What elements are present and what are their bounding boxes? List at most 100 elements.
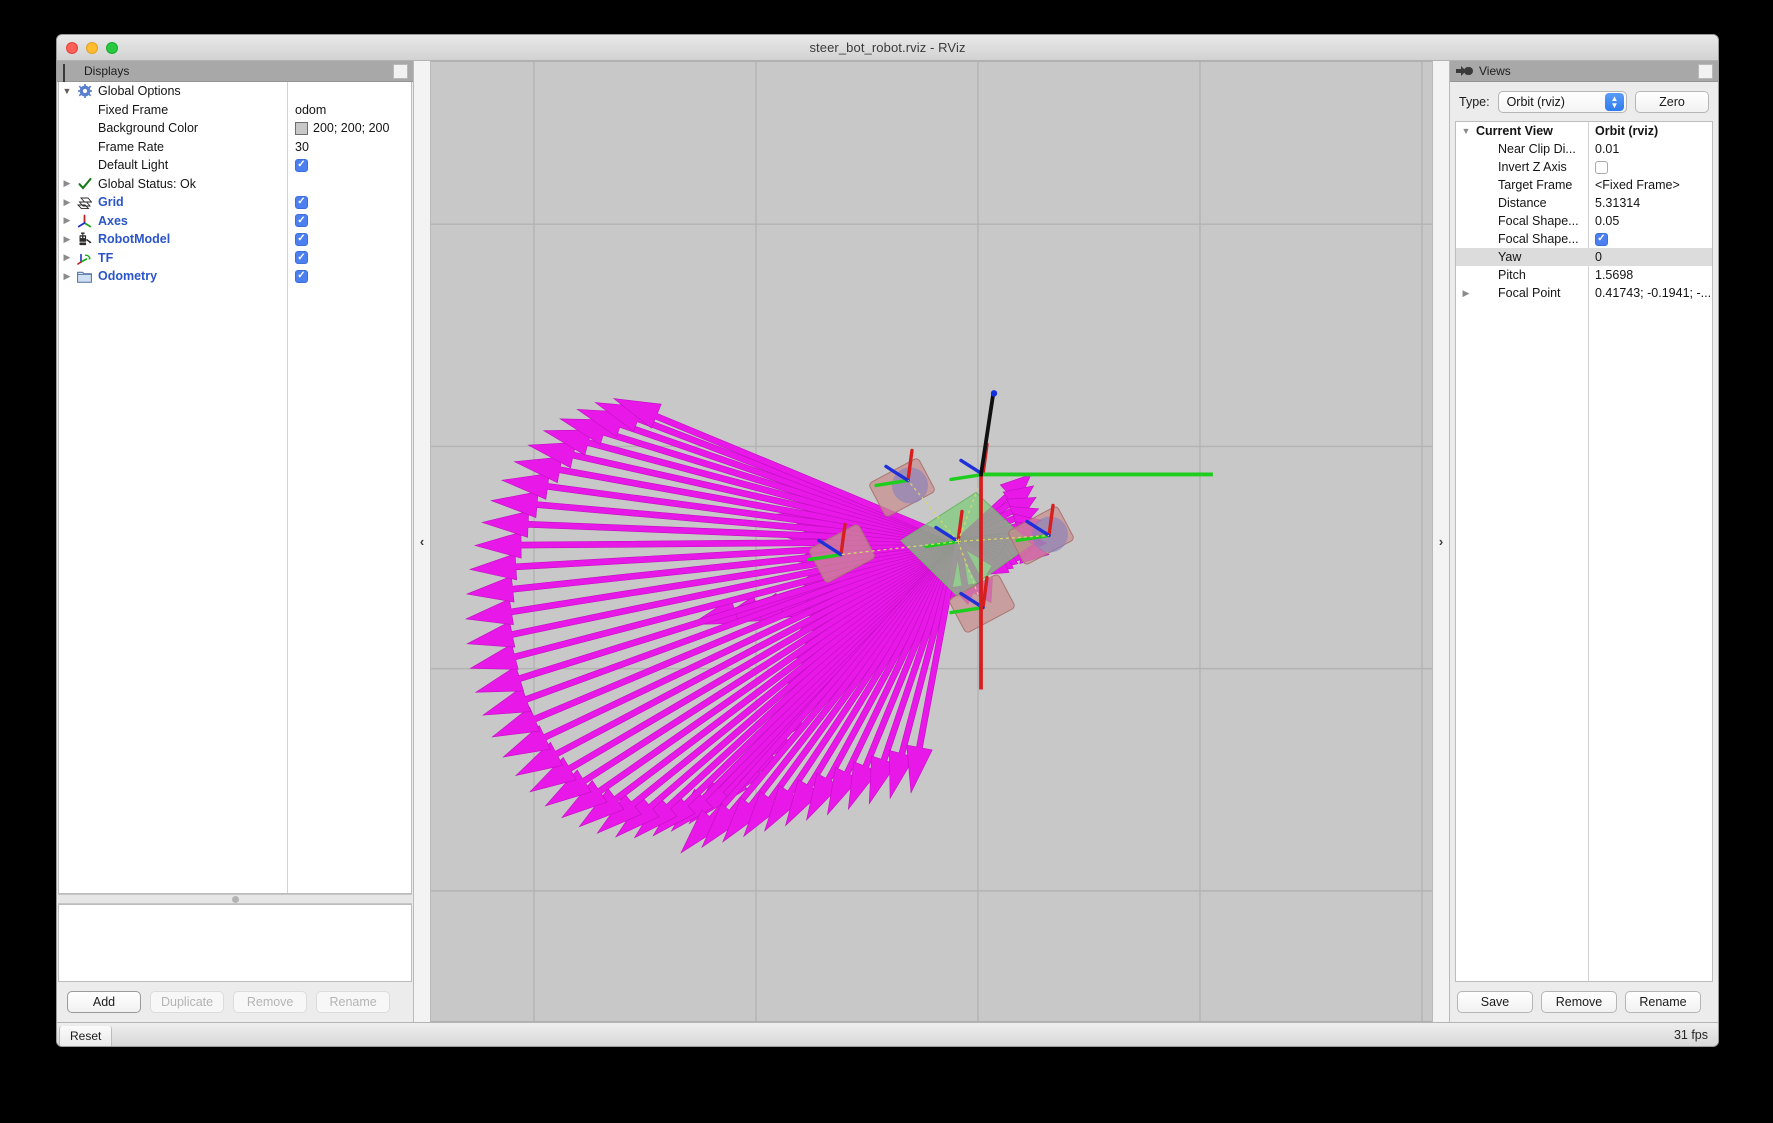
rename-view-button[interactable]: Rename: [1625, 991, 1701, 1013]
view-property-value[interactable]: 0.05: [1595, 212, 1619, 230]
property-checkbox[interactable]: [1595, 232, 1608, 246]
display-tree-row-robotmodel[interactable]: ▶ RobotModel: [59, 230, 411, 249]
view-property-row-focal-point[interactable]: ▶ Focal Point 0.41743; -0.1941; -...: [1456, 284, 1712, 302]
view-property-value[interactable]: 0: [1595, 248, 1602, 266]
views-float-button[interactable]: [1698, 64, 1713, 79]
collapse-left-panel-chevron-icon[interactable]: ‹: [413, 61, 431, 1022]
twisty-collapsed-icon[interactable]: ▶: [1456, 288, 1476, 299]
view-property-value[interactable]: [1595, 158, 1608, 176]
twisty-collapsed-icon[interactable]: ▶: [59, 197, 75, 207]
view-property-label: Near Clip Di...: [1498, 142, 1576, 156]
maximize-button[interactable]: [106, 42, 118, 54]
displays-button-bar: Add Duplicate Remove Rename: [57, 982, 413, 1022]
fps-label: 31 fps: [1673, 1027, 1708, 1042]
view-property-value[interactable]: <Fixed Frame>: [1595, 176, 1680, 194]
axis-z-black: [978, 393, 996, 477]
grid-icon: [75, 196, 94, 209]
twisty-collapsed-icon[interactable]: ▶: [59, 179, 75, 188]
display-item-value[interactable]: odom: [295, 101, 326, 120]
displays-float-button[interactable]: [393, 64, 408, 79]
view-property-row-distance[interactable]: Distance 5.31314: [1456, 194, 1712, 212]
axes-icon: [75, 214, 94, 228]
display-tree-row-frame-rate[interactable]: Frame Rate 30: [59, 138, 411, 157]
view-property-row-near-clip-di[interactable]: Near Clip Di... 0.01: [1456, 140, 1712, 158]
display-item-label: Frame Rate: [98, 139, 164, 154]
close-button[interactable]: [66, 42, 78, 54]
value-text: odom: [295, 102, 327, 117]
display-tree-row-global-status-ok[interactable]: ▶ Global Status: Ok: [59, 175, 411, 194]
enabled-checkbox[interactable]: [295, 158, 308, 172]
property-value-text: 0: [1595, 250, 1602, 264]
display-item-value[interactable]: [295, 212, 308, 231]
view-property-row-focal-shape[interactable]: Focal Shape... 0.05: [1456, 212, 1712, 230]
twisty-collapsed-icon[interactable]: ▶: [59, 216, 75, 225]
add-button[interactable]: Add: [67, 991, 141, 1013]
display-item-value[interactable]: [295, 156, 308, 175]
zero-button[interactable]: Zero: [1635, 90, 1709, 113]
display-tree-row-axes[interactable]: ▶ Axes: [59, 212, 411, 231]
minimize-button[interactable]: [86, 42, 98, 54]
remove-display-button[interactable]: Remove: [233, 991, 308, 1013]
enabled-checkbox[interactable]: [295, 195, 308, 209]
view-property-row-current-view[interactable]: ▼ Current View Orbit (rviz): [1456, 122, 1712, 140]
gear-icon: [75, 84, 94, 99]
view-property-row-pitch[interactable]: Pitch 1.5698: [1456, 266, 1712, 284]
view-property-value[interactable]: Orbit (rviz): [1595, 122, 1658, 140]
rename-display-button[interactable]: Rename: [316, 991, 391, 1013]
view-property-row-invert-z-axis[interactable]: Invert Z Axis: [1456, 158, 1712, 176]
3d-render-view[interactable]: [431, 61, 1432, 1022]
remove-view-button[interactable]: Remove: [1541, 991, 1617, 1013]
twisty-collapsed-icon[interactable]: ▶: [59, 271, 75, 281]
display-tree-row-odometry[interactable]: ▶ Odometry: [59, 267, 411, 286]
view-property-value[interactable]: 0.01: [1595, 140, 1619, 158]
twisty-expanded-icon[interactable]: ▼: [1456, 126, 1476, 136]
display-item-value[interactable]: [295, 193, 308, 212]
property-checkbox[interactable]: [1595, 160, 1608, 174]
property-value-text: 0.05: [1595, 214, 1620, 228]
enabled-checkbox[interactable]: [295, 232, 308, 246]
display-tree-row-global-options[interactable]: ▼ Global Options: [59, 82, 411, 101]
displays-tree[interactable]: ▼ Global Options Fixed Frame odom Backgroun…: [58, 82, 412, 894]
display-tree-row-tf[interactable]: ▶ TF: [59, 249, 411, 268]
reset-button[interactable]: Reset: [59, 1026, 113, 1046]
view-property-value[interactable]: 5.31314: [1595, 194, 1640, 212]
display-item-value[interactable]: 30: [295, 138, 309, 157]
title-bar: steer_bot_robot.rviz - RViz: [57, 35, 1718, 61]
enabled-checkbox[interactable]: [295, 251, 308, 265]
view-property-label: Distance: [1498, 196, 1547, 210]
display-tree-row-grid[interactable]: ▶ Grid: [59, 193, 411, 212]
color-swatch[interactable]: [295, 121, 308, 135]
display-tree-row-fixed-frame[interactable]: Fixed Frame odom: [59, 101, 411, 120]
view-property-label: Focal Shape...: [1498, 214, 1579, 228]
twisty-expanded-icon[interactable]: ▼: [59, 86, 75, 96]
view-property-value[interactable]: [1595, 230, 1608, 248]
display-item-value[interactable]: 200; 200; 200: [295, 119, 389, 138]
display-item-value[interactable]: [295, 267, 308, 286]
folder-icon: [75, 270, 94, 283]
enabled-checkbox[interactable]: [295, 214, 308, 228]
color-value-text: 200; 200; 200: [313, 121, 390, 136]
view-property-row-target-frame[interactable]: Target Frame <Fixed Frame>: [1456, 176, 1712, 194]
display-tree-row-background-color[interactable]: Background Color 200; 200; 200: [59, 119, 411, 138]
display-item-label: Axes: [98, 213, 128, 228]
enabled-checkbox[interactable]: [295, 269, 308, 283]
views-panel-titlebar: Views: [1450, 61, 1718, 82]
views-tree[interactable]: ▼ Current View Orbit (rviz) Near Clip Di...…: [1455, 121, 1713, 982]
view-property-value[interactable]: 0.41743; -0.1941; -...: [1595, 284, 1711, 302]
display-item-label: TF: [98, 250, 114, 265]
duplicate-button[interactable]: Duplicate: [150, 991, 225, 1013]
display-item-value[interactable]: [295, 230, 308, 249]
twisty-collapsed-icon[interactable]: ▶: [59, 234, 75, 244]
display-item-value[interactable]: [295, 249, 308, 268]
display-tree-row-default-light[interactable]: Default Light: [59, 156, 411, 175]
twisty-collapsed-icon[interactable]: ▶: [59, 253, 75, 262]
view-property-row-yaw[interactable]: Yaw 0: [1456, 248, 1712, 266]
view-property-value[interactable]: 1.5698: [1595, 266, 1633, 284]
displays-monitor-icon: [63, 63, 78, 83]
collapse-right-panel-chevron-icon[interactable]: ›: [1432, 61, 1450, 1022]
displays-splitter[interactable]: [58, 894, 412, 904]
view-type-select[interactable]: Orbit (rviz) ▲ ▼: [1497, 90, 1627, 113]
value-text: 30: [295, 139, 309, 154]
view-property-row-focal-shape[interactable]: Focal Shape...: [1456, 230, 1712, 248]
save-view-button[interactable]: Save: [1457, 991, 1533, 1013]
